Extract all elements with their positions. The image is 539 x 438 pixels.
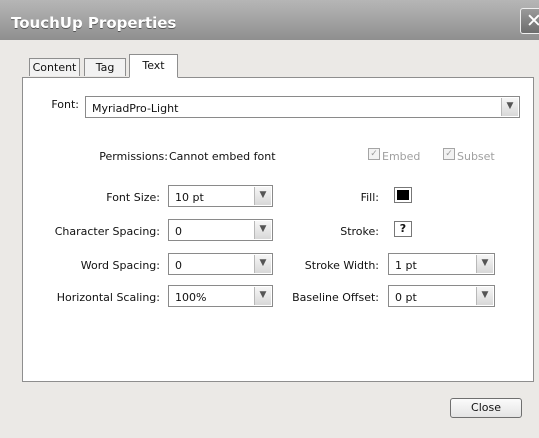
character-spacing-select[interactable]: 0 ▼	[168, 219, 273, 241]
word-spacing-label: Word Spacing:	[80, 259, 160, 272]
horizontal-scaling-label: Horizontal Scaling:	[56, 291, 160, 304]
close-button[interactable]: Close	[450, 398, 522, 418]
stroke-width-value: 1 pt	[395, 259, 417, 272]
word-spacing-value: 0	[175, 259, 182, 272]
horizontal-scaling-value: 100%	[175, 291, 207, 304]
chevron-down-icon[interactable]: ▼	[254, 287, 271, 305]
close-icon[interactable]: ✕	[520, 8, 539, 34]
chevron-down-icon[interactable]: ▼	[254, 221, 271, 239]
permissions-label: Permissions:	[99, 150, 168, 163]
chevron-down-icon[interactable]: ▼	[476, 255, 493, 273]
word-spacing-select[interactable]: 0 ▼	[168, 253, 273, 275]
stroke-color-swatch[interactable]: ?	[394, 221, 412, 237]
font-label: Font:	[51, 98, 79, 111]
chevron-down-icon[interactable]: ▼	[476, 287, 493, 305]
title-bar: TouchUp Properties ✕	[0, 0, 539, 40]
tab-tag[interactable]: Tag	[84, 58, 126, 76]
stroke-width-label: Stroke Width:	[304, 259, 379, 272]
baseline-offset-label: Baseline Offset:	[292, 291, 379, 304]
font-size-select[interactable]: 10 pt ▼	[168, 185, 273, 207]
stroke-width-select[interactable]: 1 pt ▼	[388, 253, 495, 275]
horizontal-scaling-select[interactable]: 100% ▼	[168, 285, 273, 307]
fill-color	[397, 190, 409, 200]
embed-label: Embed	[382, 150, 421, 163]
embed-checkbox[interactable]: ✓	[368, 148, 380, 160]
permissions-value: Cannot embed font	[169, 150, 276, 163]
baseline-offset-value: 0 pt	[395, 291, 417, 304]
font-select[interactable]: MyriadPro-Light ▼	[85, 96, 520, 118]
text-tab-panel: Font: MyriadPro-Light ▼ Permissions: Can…	[22, 77, 534, 382]
font-size-value: 10 pt	[175, 191, 204, 204]
character-spacing-value: 0	[175, 225, 182, 238]
baseline-offset-select[interactable]: 0 pt ▼	[388, 285, 495, 307]
stroke-label: Stroke:	[340, 225, 379, 238]
font-size-label: Font Size:	[106, 191, 160, 204]
tab-text[interactable]: Text	[129, 54, 178, 78]
chevron-down-icon[interactable]: ▼	[501, 98, 518, 116]
tab-content[interactable]: Content	[29, 58, 80, 76]
touchup-properties-window: TouchUp Properties ✕ Content Tag Text Fo…	[0, 0, 539, 438]
chevron-down-icon[interactable]: ▼	[254, 187, 271, 205]
fill-color-swatch[interactable]	[394, 187, 412, 203]
subset-checkbox[interactable]: ✓	[443, 148, 455, 160]
fill-label: Fill:	[360, 191, 379, 204]
font-value: MyriadPro-Light	[92, 102, 179, 115]
character-spacing-label: Character Spacing:	[54, 225, 160, 238]
chevron-down-icon[interactable]: ▼	[254, 255, 271, 273]
subset-label: Subset	[457, 150, 495, 163]
window-title: TouchUp Properties	[11, 14, 177, 32]
